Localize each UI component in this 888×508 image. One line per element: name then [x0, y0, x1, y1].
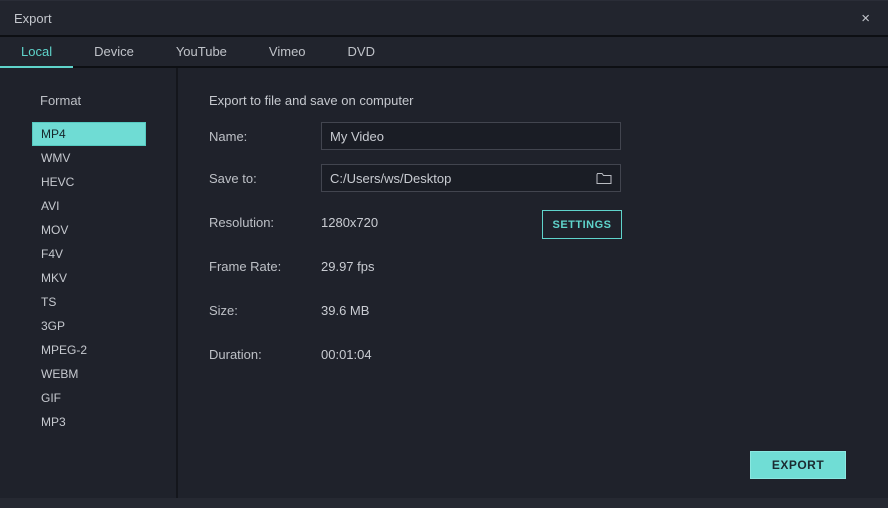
format-item[interactable]: WEBM [32, 362, 146, 386]
detail-value: 1280x720 [321, 215, 378, 230]
tab-label: Device [94, 44, 134, 59]
tab-label: Vimeo [269, 44, 306, 59]
format-item-label: HEVC [41, 175, 74, 189]
format-sidebar: Format MP4 WMV HEVC AVI [0, 68, 178, 498]
export-settings-panel: Export to file and save on computer Name… [178, 68, 888, 498]
format-item[interactable]: AVI [32, 194, 146, 218]
name-row: Name: [209, 122, 888, 150]
detail-value: 29.97 fps [321, 259, 375, 274]
detail-row: Size: 39.6 MB [209, 288, 888, 332]
format-item-label: MP4 [41, 127, 66, 141]
format-item-label: MPEG-2 [41, 343, 87, 357]
tab[interactable]: DVD [327, 37, 396, 68]
format-item[interactable]: 3GP [32, 314, 146, 338]
format-item-label: WMV [41, 151, 70, 165]
save-to-input[interactable] [330, 171, 590, 186]
detail-label: Frame Rate: [209, 259, 321, 274]
name-input-box [321, 122, 621, 150]
title-bar: Export × [0, 1, 888, 37]
tab[interactable]: Vimeo [248, 37, 327, 68]
format-item[interactable]: WMV [32, 146, 146, 170]
format-item[interactable]: MP4 [32, 122, 146, 146]
format-item-label: F4V [41, 247, 63, 261]
tab[interactable]: Local [0, 37, 73, 68]
export-dialog: Export × Local Device YouTube Vimeo DVD [0, 0, 888, 508]
save-to-label: Save to: [209, 171, 321, 186]
dialog-body: Format MP4 WMV HEVC AVI [0, 68, 888, 498]
format-item[interactable]: MOV [32, 218, 146, 242]
tab[interactable]: YouTube [155, 37, 248, 68]
detail-label: Size: [209, 303, 321, 318]
window-title: Export [14, 11, 52, 26]
format-item[interactable]: MPEG-2 [32, 338, 146, 362]
tab-label: DVD [348, 44, 375, 59]
format-item[interactable]: GIF [32, 386, 146, 410]
tab-label: Local [21, 44, 52, 59]
export-button[interactable]: EXPORT [750, 451, 846, 479]
folder-browse-icon[interactable] [596, 172, 612, 185]
format-item-label: MP3 [41, 415, 66, 429]
name-input[interactable] [330, 129, 612, 144]
detail-row: Duration: 00:01:04 [209, 332, 888, 376]
detail-label: Duration: [209, 347, 321, 362]
panel-heading: Export to file and save on computer [209, 93, 888, 111]
format-item[interactable]: HEVC [32, 170, 146, 194]
tab[interactable]: Device [73, 37, 155, 68]
detail-value: 00:01:04 [321, 347, 372, 362]
settings-button[interactable]: SETTINGS [542, 210, 622, 239]
save-to-input-box [321, 164, 621, 192]
format-item-label: 3GP [41, 319, 65, 333]
format-list: MP4 WMV HEVC AVI MOV [0, 122, 176, 434]
format-item[interactable]: F4V [32, 242, 146, 266]
format-item-label: MKV [41, 271, 67, 285]
tab-label: YouTube [176, 44, 227, 59]
format-item[interactable]: MKV [32, 266, 146, 290]
format-item-label: TS [41, 295, 56, 309]
format-item-label: AVI [41, 199, 59, 213]
name-label: Name: [209, 129, 321, 144]
format-heading: Format [0, 93, 176, 108]
format-item[interactable]: MP3 [32, 410, 146, 434]
detail-row: Frame Rate: 29.97 fps [209, 244, 888, 288]
detail-label: Resolution: [209, 215, 321, 230]
tab-bar: Local Device YouTube Vimeo DVD [0, 37, 888, 68]
close-icon[interactable]: × [857, 9, 874, 28]
save-to-row: Save to: [209, 164, 888, 192]
format-item-label: WEBM [41, 367, 78, 381]
detail-value: 39.6 MB [321, 303, 369, 318]
format-item-label: GIF [41, 391, 61, 405]
format-item-label: MOV [41, 223, 68, 237]
format-item[interactable]: TS [32, 290, 146, 314]
window-footer [0, 498, 888, 508]
